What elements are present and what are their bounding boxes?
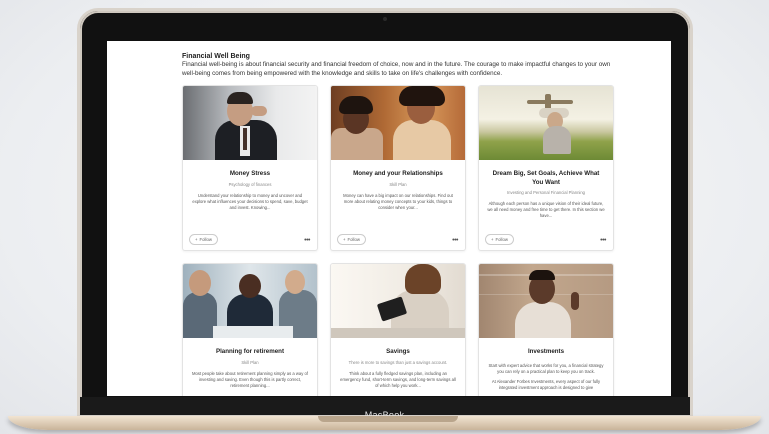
follow-button[interactable]: + Follow: [189, 234, 218, 245]
more-options-icon[interactable]: •••: [452, 237, 458, 244]
investments-photo: [479, 264, 613, 338]
card-dream-big[interactable]: Dream Big, Set Goals, Achieve What You W…: [478, 85, 614, 251]
card-title: Money and your Relationships: [353, 170, 443, 177]
section-description: Financial well-being is about financial …: [182, 61, 611, 77]
camera-icon: [383, 17, 387, 21]
section-title: Financial Well Being: [182, 53, 250, 60]
plus-icon: +: [195, 237, 198, 242]
card-title: Dream Big, Set Goals, Achieve What You W…: [492, 170, 600, 186]
card-money-stress[interactable]: Money Stress Psychology of finances Unde…: [182, 85, 318, 251]
card-description: Start with expert advice that works for …: [488, 362, 604, 374]
dream-big-photo: [479, 86, 613, 160]
card-subtitle: Skill Plan: [241, 359, 259, 365]
card-title: Investments: [527, 348, 565, 355]
plus-icon: +: [491, 237, 494, 242]
card-subtitle: There is more to savings than just a sav…: [348, 359, 448, 365]
card-description: Think about a fully fledged savings plan…: [340, 370, 456, 388]
card-description: Money can have a big impact on our relat…: [343, 192, 453, 210]
card-subtitle: Skill Plan: [389, 181, 407, 187]
card-planning-retirement[interactable]: Planning for retirement Skill Plan Most …: [182, 263, 318, 396]
card-title: Planning for retirement: [215, 348, 285, 355]
follow-button[interactable]: + Follow: [485, 234, 514, 245]
card-description-extra: At Alexander Forbes Investments, every a…: [491, 378, 601, 390]
money-relationships-photo: [331, 86, 465, 160]
card-money-relationships[interactable]: Money and your Relationships Skill Plan …: [330, 85, 466, 251]
card-description: Most people take about retirement planni…: [192, 370, 308, 388]
planning-retirement-photo: [183, 264, 317, 338]
card-description: Understand your relationship to money an…: [192, 192, 308, 210]
laptop-screen: Financial Well Being Financial well-bein…: [107, 41, 671, 396]
card-savings[interactable]: Savings There is more to savings than ju…: [330, 263, 466, 396]
card-subtitle: Investing and Personal Financial Plannin…: [507, 190, 585, 195]
card-subtitle: Psychology of finances: [228, 181, 272, 187]
savings-photo: [331, 264, 465, 338]
card-description: Although each person has a unique vision…: [487, 201, 605, 218]
money-stress-photo: [183, 86, 317, 160]
card-title: Money Stress: [229, 170, 271, 177]
more-options-icon[interactable]: •••: [304, 237, 310, 244]
plus-icon: +: [343, 237, 346, 242]
laptop-base-notch: [318, 416, 458, 422]
card-investments[interactable]: Investments Start with expert advice tha…: [478, 263, 614, 396]
follow-button[interactable]: + Follow: [337, 234, 366, 245]
card-title: Savings: [386, 348, 410, 355]
more-options-icon[interactable]: •••: [600, 237, 606, 244]
